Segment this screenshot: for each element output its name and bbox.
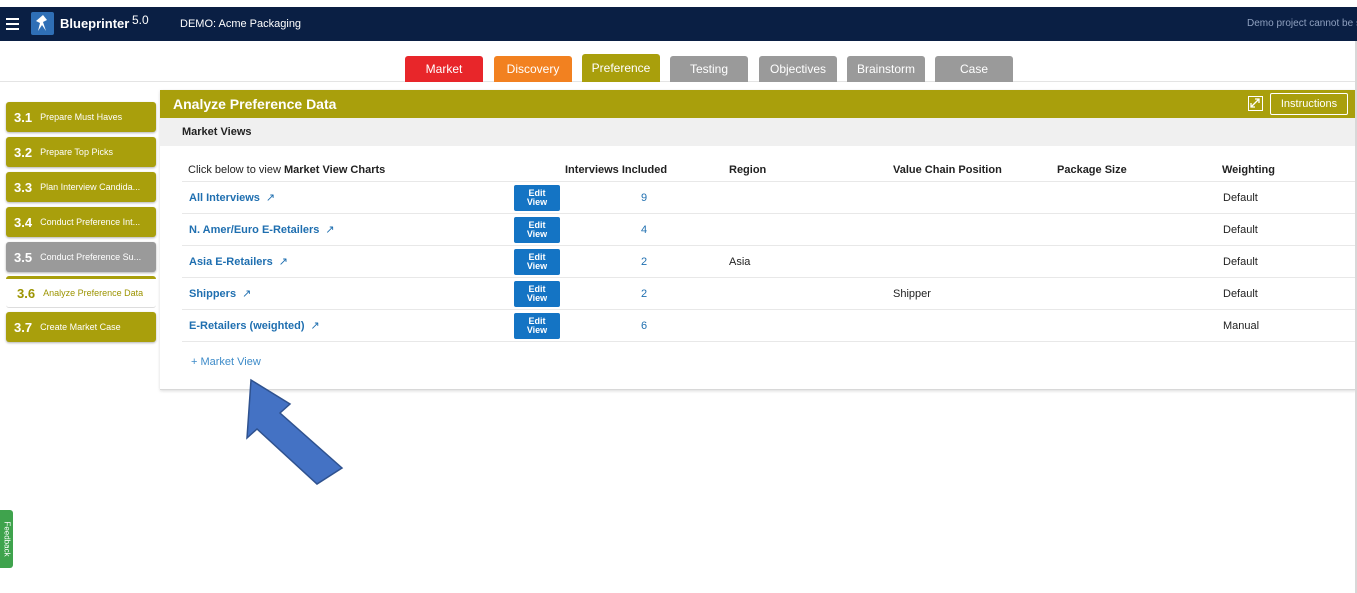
table-row: Asia E-Retailers ↗ Edit View 2 Asia Defaul… (182, 246, 1357, 278)
tab-market[interactable]: Market (405, 56, 483, 82)
sidebar-step-3-7[interactable]: 3.7 Create Market Case (6, 312, 156, 342)
interviews-count[interactable]: 6 (641, 320, 647, 332)
market-view-link[interactable]: Shippers ↗ (189, 287, 251, 300)
market-view-name[interactable]: All Interviews (189, 192, 260, 204)
intro-text: Click below to view Market View Charts (188, 164, 385, 176)
step-number: 3.6 (17, 285, 36, 301)
market-view-link[interactable]: Asia E-Retailers ↗ (189, 255, 288, 268)
col-weighting: Weighting (1222, 164, 1275, 176)
col-region: Region (729, 164, 767, 176)
market-view-name[interactable]: Shippers (189, 288, 236, 300)
app-version: 5.0 (132, 13, 149, 27)
edit-view-button[interactable]: Edit View (514, 249, 560, 275)
market-views-section-header: Market Views (160, 118, 1357, 146)
step-number: 3.3 (14, 179, 33, 195)
tab-discovery[interactable]: Discovery (494, 56, 572, 82)
app-name: Blueprinter (60, 16, 130, 31)
weighting-cell: Default (1223, 192, 1258, 204)
instructions-button[interactable]: Instructions (1270, 93, 1348, 115)
step-number: 3.5 (14, 249, 33, 265)
interviews-count[interactable]: 9 (641, 192, 647, 204)
step-label: Prepare Must Haves (40, 112, 123, 122)
feedback-tab[interactable]: Feedback (0, 510, 13, 568)
project-name: DEMO: Acme Packaging (180, 18, 302, 30)
add-market-view-link[interactable]: + Market View (191, 356, 261, 368)
sidebar-step-3-6[interactable]: 3.6 Analyze Preference Data (6, 276, 156, 308)
table-row: All Interviews ↗ Edit View 9 Default (182, 182, 1357, 214)
external-link-icon[interactable]: ↗ (266, 192, 275, 204)
intro-prefix: Click below to view (188, 164, 284, 176)
external-link-icon[interactable]: ↗ (242, 288, 251, 300)
table-header: Click below to view Market View Charts I… (182, 158, 1357, 182)
analyze-preference-panel: Analyze Preference Data Instructions Mar… (160, 90, 1357, 390)
external-link-icon[interactable]: ↗ (279, 256, 288, 268)
market-view-link[interactable]: E-Retailers (weighted) ↗ (189, 319, 320, 332)
weighting-cell: Default (1223, 224, 1258, 236)
sidebar-step-3-3[interactable]: 3.3 Plan Interview Candida... (6, 172, 156, 202)
tab-preference[interactable]: Preference (582, 54, 660, 82)
view-label: View (526, 261, 548, 271)
step-label: Create Market Case (40, 322, 121, 332)
col-interviews: Interviews Included (565, 164, 668, 176)
sidebar-step-3-4[interactable]: 3.4 Conduct Preference Int... (6, 207, 156, 237)
interviews-count[interactable]: 4 (641, 224, 647, 236)
hamburger-menu-icon[interactable] (6, 15, 20, 33)
step-label: Plan Interview Candida... (40, 182, 141, 192)
tab-case[interactable]: Case (935, 56, 1013, 82)
market-views-table: Click below to view Market View Charts I… (182, 158, 1357, 342)
col-package-size: Package Size (1057, 164, 1127, 176)
external-link-icon[interactable]: ↗ (311, 320, 320, 332)
step-number: 3.7 (14, 319, 33, 335)
intro-bold: Market View Charts (283, 164, 386, 176)
view-label: View (526, 197, 548, 207)
market-view-name[interactable]: Asia E-Retailers (189, 256, 273, 268)
region-cell: Asia (729, 256, 751, 268)
step-label: Prepare Top Picks (40, 147, 113, 157)
external-link-icon[interactable]: ↗ (325, 224, 334, 236)
sidebar-step-3-2[interactable]: 3.2 Prepare Top Picks (6, 137, 156, 167)
demo-notice: Demo project cannot be s (1247, 18, 1357, 29)
panel-header: Analyze Preference Data Instructions (160, 90, 1357, 118)
section-label: Market Views (182, 126, 252, 138)
table-row: E-Retailers (weighted) ↗ Edit View 6 Manua… (182, 310, 1357, 342)
table-row: N. Amer/Euro E-Retailers ↗ Edit View 4 Def… (182, 214, 1357, 246)
edit-view-button[interactable]: Edit View (514, 313, 560, 339)
weighting-cell: Default (1223, 288, 1258, 300)
market-view-name[interactable]: E-Retailers (weighted) (189, 320, 305, 332)
step-label: Conduct Preference Int... (40, 217, 141, 227)
edit-view-button[interactable]: Edit View (514, 185, 560, 211)
step-number: 3.4 (14, 214, 33, 230)
view-label: View (526, 325, 548, 335)
market-view-name[interactable]: N. Amer/Euro E-Retailers (189, 224, 319, 236)
blueprinter-logo-icon (31, 12, 54, 35)
sidebar-step-3-5[interactable]: 3.5 Conduct Preference Su... (6, 242, 156, 272)
tab-brainstorm[interactable]: Brainstorm (847, 56, 925, 82)
step-number: 3.1 (14, 109, 33, 125)
table-row: Shippers ↗ Edit View 2 Shipper Default (182, 278, 1357, 310)
step-label: Conduct Preference Su... (40, 252, 142, 262)
col-value-chain-position: Value Chain Position (893, 164, 1002, 176)
top-bar: Blueprinter 5.0 DEMO: Acme Packaging Dem… (0, 7, 1357, 41)
weighting-cell: Default (1223, 256, 1258, 268)
view-label: View (526, 293, 548, 303)
view-label: View (526, 229, 548, 239)
panel-title: Analyze Preference Data (173, 96, 337, 112)
interviews-count[interactable]: 2 (641, 288, 647, 300)
expand-icon[interactable] (1248, 96, 1263, 111)
edit-view-button[interactable]: Edit View (514, 217, 560, 243)
sidebar-step-3-1[interactable]: 3.1 Prepare Must Haves (6, 102, 156, 132)
tab-objectives[interactable]: Objectives (759, 56, 837, 82)
market-view-link[interactable]: All Interviews ↗ (189, 191, 275, 204)
value-chain-cell: Shipper (893, 288, 931, 300)
step-number: 3.2 (14, 144, 33, 160)
edit-view-button[interactable]: Edit View (514, 281, 560, 307)
weighting-cell: Manual (1223, 320, 1260, 332)
feedback-label: Feedback (2, 521, 12, 557)
tab-testing[interactable]: Testing (670, 56, 748, 82)
interviews-count[interactable]: 2 (641, 256, 647, 268)
step-label: Analyze Preference Data (43, 288, 144, 298)
market-view-link[interactable]: N. Amer/Euro E-Retailers ↗ (189, 223, 335, 236)
phase-tabs: Market Discovery Preference Testing Obje… (0, 54, 1357, 82)
annotation-arrow-icon (246, 378, 344, 485)
